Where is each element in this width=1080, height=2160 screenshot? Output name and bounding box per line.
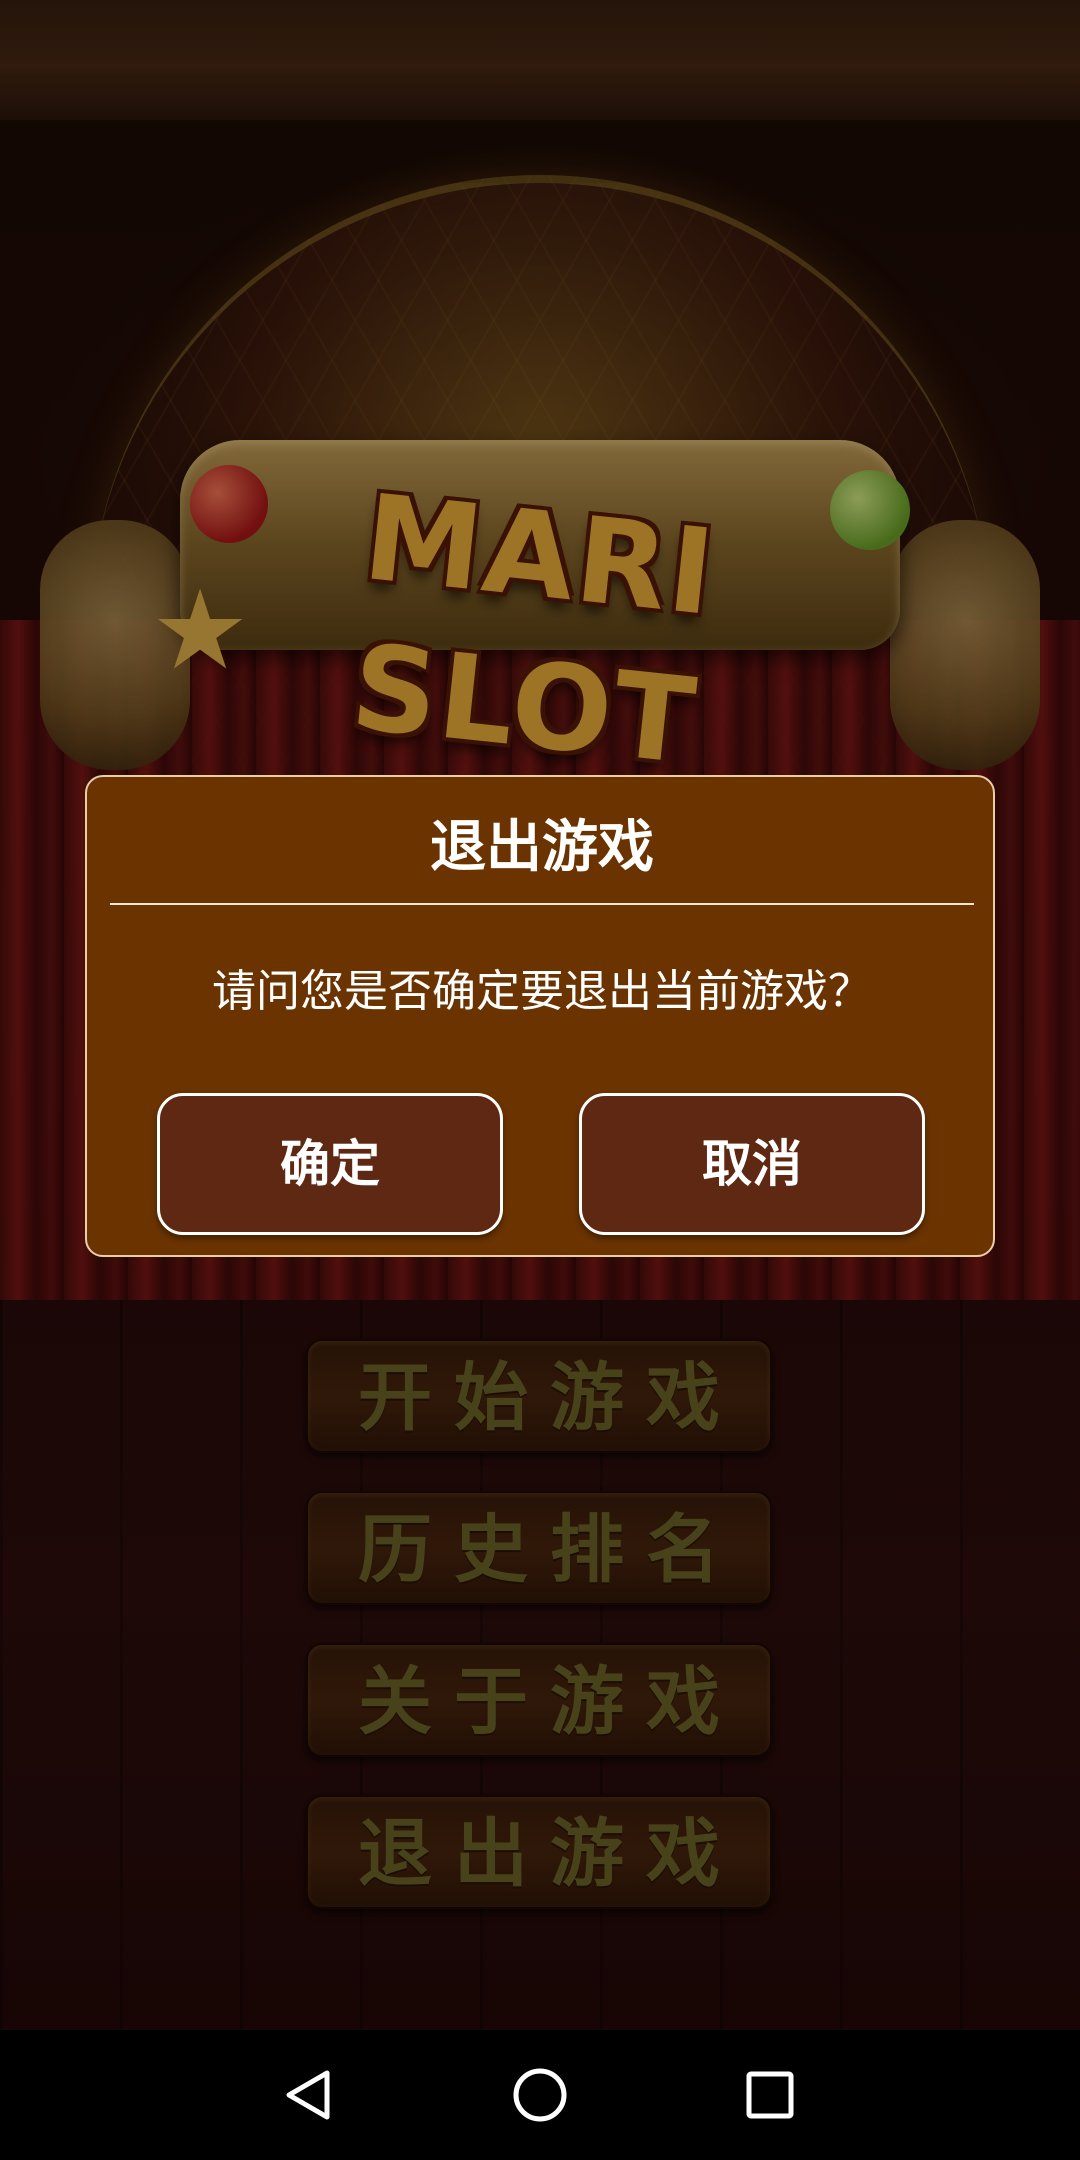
confirm-button[interactable]: 确定 [157,1093,503,1235]
back-icon[interactable] [245,2030,375,2160]
android-navigation-bar [0,2030,1080,2160]
game-screen: ★ MARI SLOT 开始游戏 历史排名 关于游戏 退出游戏 退出游戏 请问您… [0,0,1080,2160]
dialog-divider [110,903,974,905]
recents-icon[interactable] [705,2030,835,2160]
dialog-message: 请问您是否确定要退出当前游戏？ [212,966,872,1017]
home-icon[interactable] [475,2030,605,2160]
cancel-button[interactable]: 取消 [579,1093,925,1235]
dialog-title: 退出游戏 [430,815,654,880]
exit-game-dialog: 退出游戏 请问您是否确定要退出当前游戏？ 确定 取消 [85,775,995,1257]
